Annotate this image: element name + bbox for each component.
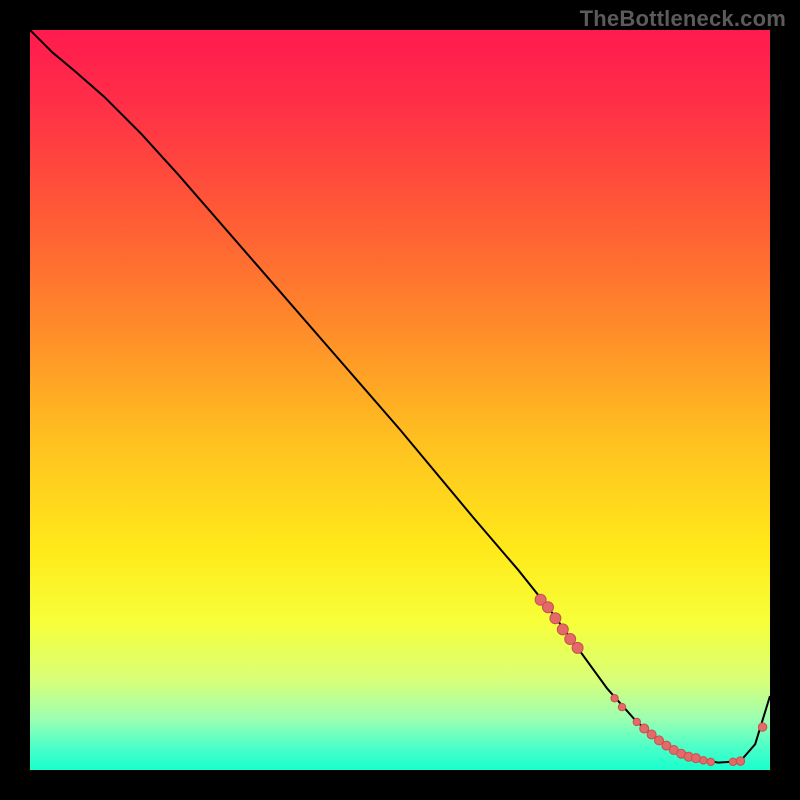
data-marker <box>557 624 568 635</box>
data-marker <box>736 757 744 765</box>
data-marker <box>611 695 618 702</box>
data-marker <box>633 718 640 725</box>
data-marker <box>565 634 576 645</box>
data-marker <box>700 757 707 764</box>
data-marker <box>647 730 656 739</box>
data-marker <box>640 724 649 733</box>
data-marker <box>572 642 583 653</box>
bottleneck-chart <box>30 30 770 770</box>
data-marker <box>729 758 736 765</box>
data-marker <box>550 613 561 624</box>
data-marker <box>618 703 625 710</box>
watermark-text: TheBottleneck.com <box>580 6 786 32</box>
gradient-rect <box>30 30 770 770</box>
data-marker <box>758 723 766 731</box>
chart-stage: TheBottleneck.com <box>0 0 800 800</box>
data-marker <box>707 758 714 765</box>
data-marker <box>543 602 554 613</box>
data-marker <box>692 754 701 763</box>
